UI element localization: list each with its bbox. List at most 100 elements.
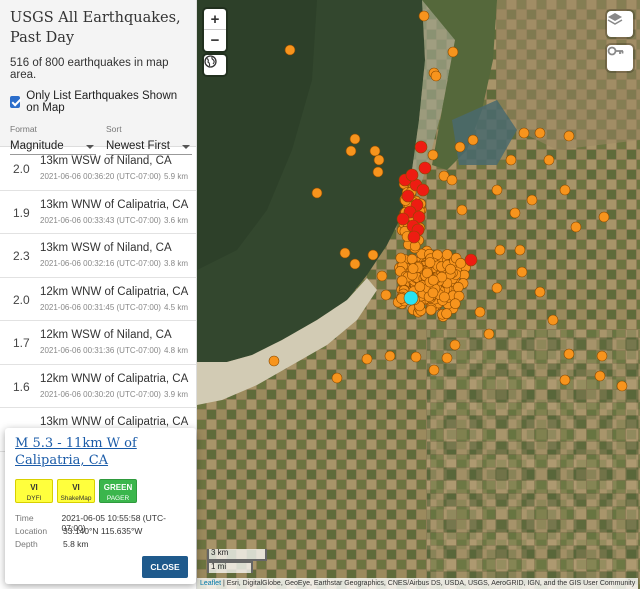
only-list-checkbox[interactable] [10, 96, 21, 108]
earthquake-marker[interactable] [373, 154, 385, 166]
earthquake-marker[interactable] [410, 351, 422, 363]
detail-location: Location 33.140°N 115.635°W [15, 526, 186, 539]
earthquake-marker[interactable] [534, 286, 546, 298]
earthquake-marker[interactable] [547, 314, 559, 326]
earthquake-marker[interactable] [376, 270, 388, 282]
close-button[interactable]: CLOSE [142, 556, 188, 578]
earthquake-marker[interactable] [425, 304, 437, 316]
earthquake-marker[interactable] [395, 252, 407, 264]
earthquake-marker[interactable] [439, 291, 450, 303]
event-details: Time 2021-06-05 10:55:58 (UTC-07:00) Loc… [15, 513, 186, 552]
earthquake-marker[interactable] [396, 275, 408, 287]
earthquake-marker[interactable] [418, 10, 430, 22]
earthquake-marker[interactable] [514, 244, 526, 256]
recent-earthquake-marker[interactable] [396, 212, 410, 226]
leaflet-link[interactable]: Leaflet [200, 580, 221, 587]
locate-button[interactable] [204, 55, 226, 75]
earthquake-marker[interactable] [598, 211, 610, 223]
earthquake-marker[interactable] [414, 281, 426, 293]
earthquake-marker[interactable] [268, 355, 280, 367]
earthquake-marker[interactable] [339, 247, 351, 259]
earthquake-list-item[interactable]: 2.0 13km WSW of Niland, CA 2021-06-06 00:3… [0, 147, 196, 191]
earthquake-list-item[interactable]: 2.3 13km WSW of Niland, CA 2021-06-06 00:3… [0, 234, 196, 278]
earthquake-marker[interactable] [427, 287, 439, 299]
earthquake-marker[interactable] [424, 257, 436, 268]
earthquake-marker[interactable] [428, 364, 440, 376]
earthquake-marker[interactable] [526, 194, 538, 206]
earthquake-marker[interactable] [563, 130, 575, 142]
earthquake-marker[interactable] [345, 145, 357, 157]
earthquake-marker[interactable] [452, 281, 464, 293]
earthquake-marker[interactable] [447, 46, 459, 58]
earthquake-marker[interactable] [369, 145, 381, 157]
earthquake-marker[interactable] [407, 263, 419, 274]
earthquake-marker[interactable] [534, 127, 546, 139]
earthquake-marker[interactable] [467, 134, 479, 146]
earthquake-marker[interactable] [441, 308, 452, 319]
earthquake-marker[interactable] [384, 350, 396, 362]
earthquake-marker[interactable] [367, 249, 379, 261]
earthquake-marker[interactable] [349, 133, 361, 145]
earthquake-list-item[interactable]: 1.7 12km WSW of Niland, CA 2021-06-06 00:3… [0, 321, 196, 365]
zoom-out-button[interactable]: − [204, 30, 226, 51]
pager-badge[interactable]: GREEN PAGER [99, 479, 137, 503]
earthquake-marker[interactable] [455, 257, 467, 269]
earthquake-marker[interactable] [284, 44, 296, 56]
eq-depth: 5.9 km [163, 172, 188, 181]
earthquake-marker[interactable] [494, 244, 506, 256]
earthquake-marker[interactable] [311, 187, 323, 199]
earthquake-marker[interactable] [427, 149, 439, 161]
dyfi-badge[interactable]: VI DYFI [15, 479, 53, 503]
earthquake-marker[interactable] [516, 266, 528, 278]
earthquake-marker[interactable] [509, 207, 521, 219]
popup-title-link[interactable]: M 5.3 - 11km W of Calipatria, CA [15, 435, 186, 469]
earthquake-marker[interactable] [349, 258, 361, 270]
earthquake-marker[interactable] [430, 70, 442, 82]
earthquake-marker[interactable] [380, 289, 392, 301]
earthquake-marker[interactable] [428, 274, 439, 286]
recent-earthquake-marker[interactable] [418, 161, 432, 175]
earthquake-marker[interactable] [616, 380, 628, 392]
zoom-in-button[interactable]: + [204, 9, 226, 30]
eq-depth: 3.9 km [163, 389, 188, 399]
earthquake-marker[interactable] [559, 374, 571, 386]
selected-earthquake-marker[interactable] [403, 290, 419, 306]
recent-earthquake-marker[interactable] [414, 140, 428, 154]
shakemap-badge[interactable]: VI ShakeMap [57, 479, 95, 503]
earthquake-marker[interactable] [449, 298, 461, 310]
recent-earthquake-marker[interactable] [401, 189, 415, 203]
earthquake-marker[interactable] [446, 174, 458, 186]
recent-earthquake-marker[interactable] [407, 230, 421, 244]
recent-earthquake-marker[interactable] [464, 253, 478, 267]
earthquake-list-item[interactable]: 1.9 13km WNW of Calipatria, CA 2021-06-06 … [0, 191, 196, 234]
earthquake-marker[interactable] [449, 339, 461, 351]
earthquake-marker[interactable] [543, 154, 555, 166]
only-list-toggle[interactable]: Only List Earthquakes Shown on Map [10, 90, 186, 114]
earthquake-marker[interactable] [331, 372, 343, 384]
recent-earthquake-marker[interactable] [405, 168, 419, 182]
earthquake-marker[interactable] [372, 166, 384, 178]
earthquake-marker[interactable] [559, 184, 571, 196]
earthquake-marker[interactable] [505, 154, 517, 166]
earthquake-marker[interactable] [596, 350, 608, 362]
recent-earthquake-marker[interactable] [416, 183, 430, 197]
earthquake-marker[interactable] [441, 352, 453, 364]
earthquake-marker[interactable] [570, 221, 582, 233]
earthquake-marker[interactable] [491, 282, 503, 294]
earthquake-marker[interactable] [454, 141, 466, 153]
earthquake-marker[interactable] [474, 306, 486, 318]
earthquake-marker[interactable] [483, 328, 495, 340]
earthquake-marker[interactable] [456, 204, 468, 216]
earthquake-marker[interactable] [594, 370, 606, 382]
map[interactable]: + − 3 km 1 mi Leaflet | Esri, DigitalGlo… [197, 0, 640, 589]
legend-button[interactable] [607, 45, 633, 71]
eq-time: 2021-06-06 00:33:43 (UTC-07:00) [40, 215, 161, 225]
earthquake-marker[interactable] [563, 348, 575, 360]
earthquake-marker[interactable] [445, 263, 456, 275]
earthquake-marker[interactable] [361, 353, 373, 365]
layers-button[interactable] [607, 11, 633, 37]
earthquake-list-item[interactable]: 1.6 12km WNW of Calipatria, CA 2021-06-06 … [0, 365, 196, 408]
earthquake-list-item[interactable]: 2.0 12km WNW of Calipatria, CA 2021-06-06 … [0, 278, 196, 321]
earthquake-marker[interactable] [518, 127, 530, 139]
earthquake-marker[interactable] [491, 184, 503, 196]
